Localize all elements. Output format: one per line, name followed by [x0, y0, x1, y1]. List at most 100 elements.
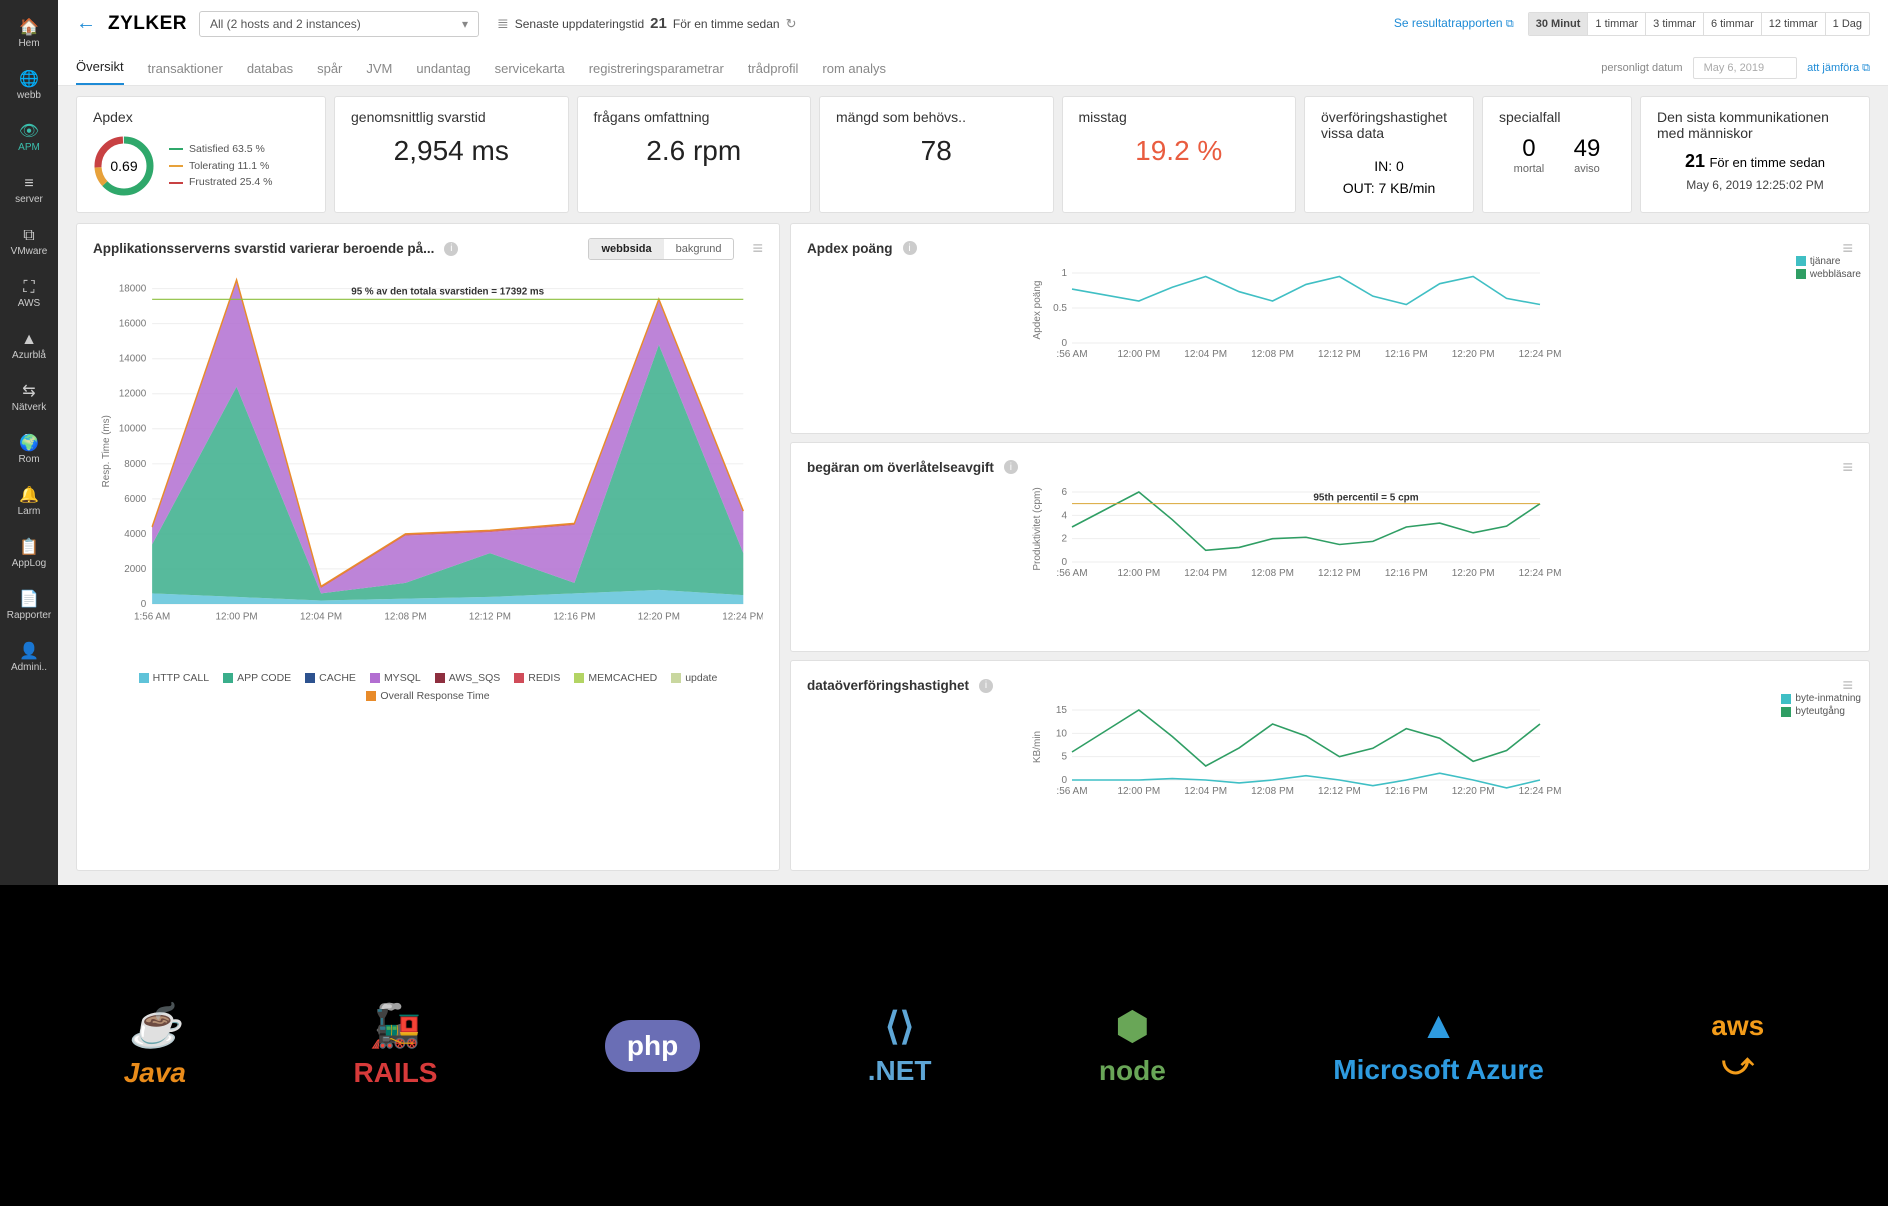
- requests-plot: 0246Produktivitet (cpm)95th percentil = …: [807, 484, 1853, 584]
- toggle-option[interactable]: bakgrund: [664, 239, 734, 259]
- nav-icon: 📄: [19, 592, 39, 608]
- toggle-option[interactable]: webbsida: [589, 239, 663, 259]
- kpi-avg-response: genomsnittlig svarstid 2,954 ms: [334, 96, 569, 213]
- logo-node: ⬢node: [1099, 1004, 1166, 1087]
- nav-admini..[interactable]: 👤Admini..: [0, 632, 58, 684]
- throughput-plot: 051015KB/min:56 AM12:00 PM12:04 PM12:08 …: [807, 702, 1853, 802]
- tab-databas[interactable]: databas: [247, 61, 293, 85]
- last-update-number: 21: [650, 15, 667, 32]
- tab-översikt[interactable]: Översikt: [76, 59, 124, 85]
- info-icon[interactable]: i: [979, 679, 993, 693]
- nav-nätverk[interactable]: ⇆Nätverk: [0, 372, 58, 424]
- external-link-icon: ⧉: [1862, 62, 1870, 74]
- menu-icon[interactable]: ≡: [752, 238, 763, 259]
- chart-apdex-score: Apdex poäng i ≡ 00.51Apdex poäng:56 AM12…: [790, 223, 1870, 434]
- svg-text:12:04 PM: 12:04 PM: [1184, 349, 1227, 360]
- chart-legend: tjänarewebbläsare: [1796, 256, 1861, 282]
- time-range-option[interactable]: 12 timmar: [1761, 13, 1825, 35]
- logo-php: php: [605, 1020, 700, 1072]
- kpi-special-cases: specialfall 0mortal 49aviso: [1482, 96, 1632, 213]
- app-title: ZYLKER: [108, 13, 187, 35]
- svg-text:12:16 PM: 12:16 PM: [553, 611, 595, 622]
- logo-rails: 🚂RAILS: [353, 1002, 437, 1089]
- tab-spår[interactable]: spår: [317, 61, 342, 85]
- info-icon[interactable]: i: [444, 242, 458, 256]
- svg-text:12:08 PM: 12:08 PM: [384, 611, 426, 622]
- nav-icon: ≡: [24, 176, 33, 192]
- svg-text:12:00 PM: 12:00 PM: [216, 611, 258, 622]
- svg-text:12:20 PM: 12:20 PM: [1452, 786, 1495, 797]
- nav-hem[interactable]: 🏠Hem: [0, 8, 58, 60]
- svg-text:12:24 PM: 12:24 PM: [722, 611, 763, 622]
- chart-response-time: Applikationsserverns svarstid varierar b…: [76, 223, 780, 871]
- tech-logos-band: ☕Java 🚂RAILS php ⟨⟩.NET ⬢node ▲Microsoft…: [0, 885, 1888, 1206]
- nav-larm[interactable]: 🔔Larm: [0, 476, 58, 528]
- kpi-title: Apdex: [93, 109, 309, 125]
- tab-jvm[interactable]: JVM: [366, 61, 392, 85]
- nav-rom[interactable]: 🌍Rom: [0, 424, 58, 476]
- svg-text:Apdex poäng: Apdex poäng: [1032, 280, 1043, 339]
- svg-text:16000: 16000: [119, 318, 147, 329]
- svg-text:18000: 18000: [119, 283, 147, 294]
- nav-icon: ⧉: [23, 228, 34, 244]
- kpi-value: 2.6 rpm: [594, 135, 795, 167]
- nav-icon: 👁: [19, 124, 39, 140]
- tab-registreringsparametrar[interactable]: registreringsparametrar: [589, 61, 724, 85]
- info-icon[interactable]: i: [903, 241, 917, 255]
- host-selector[interactable]: All (2 hosts and 2 instances): [199, 11, 479, 37]
- nav-icon: ⇆: [22, 384, 35, 400]
- menu-icon[interactable]: ≡: [1842, 457, 1853, 478]
- kpi-value: 78: [836, 135, 1037, 167]
- time-range-option[interactable]: 30 Minut: [1529, 13, 1588, 35]
- kpi-row: Apdex 0.69 Satisfied 63.5 %Tolerating 11…: [58, 86, 1888, 223]
- time-range-option[interactable]: 6 timmar: [1703, 13, 1761, 35]
- kpi-apdex: Apdex 0.69 Satisfied 63.5 %Tolerating 11…: [76, 96, 326, 213]
- svg-text:4000: 4000: [124, 529, 146, 540]
- sidebar: 🏠Hem🌐webb👁APM≡server⧉VMware⛶AWS▲Azurblå⇆…: [0, 0, 58, 885]
- svg-text:1: 1: [1061, 268, 1067, 279]
- svg-text:2: 2: [1061, 533, 1067, 544]
- nav-webb[interactable]: 🌐webb: [0, 60, 58, 112]
- kpi-value: 2,954 ms: [351, 135, 552, 167]
- tab-trådprofil[interactable]: trådprofil: [748, 61, 799, 85]
- svg-text:1:56 AM: 1:56 AM: [134, 611, 170, 622]
- svg-text:12:00 PM: 12:00 PM: [1117, 349, 1160, 360]
- nav-icon: 🔔: [19, 488, 39, 504]
- svg-text::56 AM: :56 AM: [1056, 568, 1087, 579]
- svg-text:0: 0: [1061, 775, 1067, 786]
- apdex-plot: 00.51Apdex poäng:56 AM12:00 PM12:04 PM12…: [807, 265, 1853, 365]
- nav-rapporter[interactable]: 📄Rapporter: [0, 580, 58, 632]
- svg-text:12:16 PM: 12:16 PM: [1385, 786, 1428, 797]
- chart-request-fee: begäran om överlåtelseavgift i ≡ 0246Pro…: [790, 442, 1870, 653]
- date-picker[interactable]: May 6, 2019: [1693, 57, 1798, 79]
- nav-icon: 👤: [19, 644, 39, 660]
- personal-date-label: personligt datum: [1601, 62, 1682, 74]
- svg-text:5: 5: [1061, 752, 1067, 763]
- time-range-option[interactable]: 1 timmar: [1587, 13, 1645, 35]
- compare-link[interactable]: att jämföra ⧉: [1807, 62, 1870, 75]
- nav-apm[interactable]: 👁APM: [0, 112, 58, 164]
- svg-text:12:12 PM: 12:12 PM: [469, 611, 511, 622]
- tab-undantag[interactable]: undantag: [416, 61, 470, 85]
- back-arrow-icon[interactable]: ←: [76, 12, 96, 35]
- nav-vmware[interactable]: ⧉VMware: [0, 216, 58, 268]
- kpi-title: genomsnittlig svarstid: [351, 109, 552, 125]
- tab-servicekarta[interactable]: servicekarta: [495, 61, 565, 85]
- see-report-link[interactable]: Se resultatrapporten ⧉: [1394, 16, 1514, 31]
- info-icon[interactable]: i: [1004, 460, 1018, 474]
- refresh-icon[interactable]: ↻: [786, 16, 797, 32]
- nav-icon: 🏠: [19, 20, 39, 36]
- tab-rom analys[interactable]: rom analys: [822, 61, 886, 85]
- kpi-title: misstag: [1079, 109, 1280, 125]
- tab-transaktioner[interactable]: transaktioner: [148, 61, 223, 85]
- time-range-option[interactable]: 1 Dag: [1825, 13, 1869, 35]
- nav-server[interactable]: ≡server: [0, 164, 58, 216]
- nav-azurblå[interactable]: ▲Azurblå: [0, 320, 58, 372]
- chart-title: dataöverföringshastighet: [807, 678, 969, 693]
- nav-aws[interactable]: ⛶AWS: [0, 268, 58, 320]
- time-range-option[interactable]: 3 timmar: [1645, 13, 1703, 35]
- svg-text:Resp. Time (ms): Resp. Time (ms): [101, 415, 112, 487]
- svg-text:12:12 PM: 12:12 PM: [1318, 568, 1361, 579]
- svg-text:95th percentil = 5 cpm: 95th percentil = 5 cpm: [1313, 492, 1418, 503]
- nav-applog[interactable]: 📋AppLog: [0, 528, 58, 580]
